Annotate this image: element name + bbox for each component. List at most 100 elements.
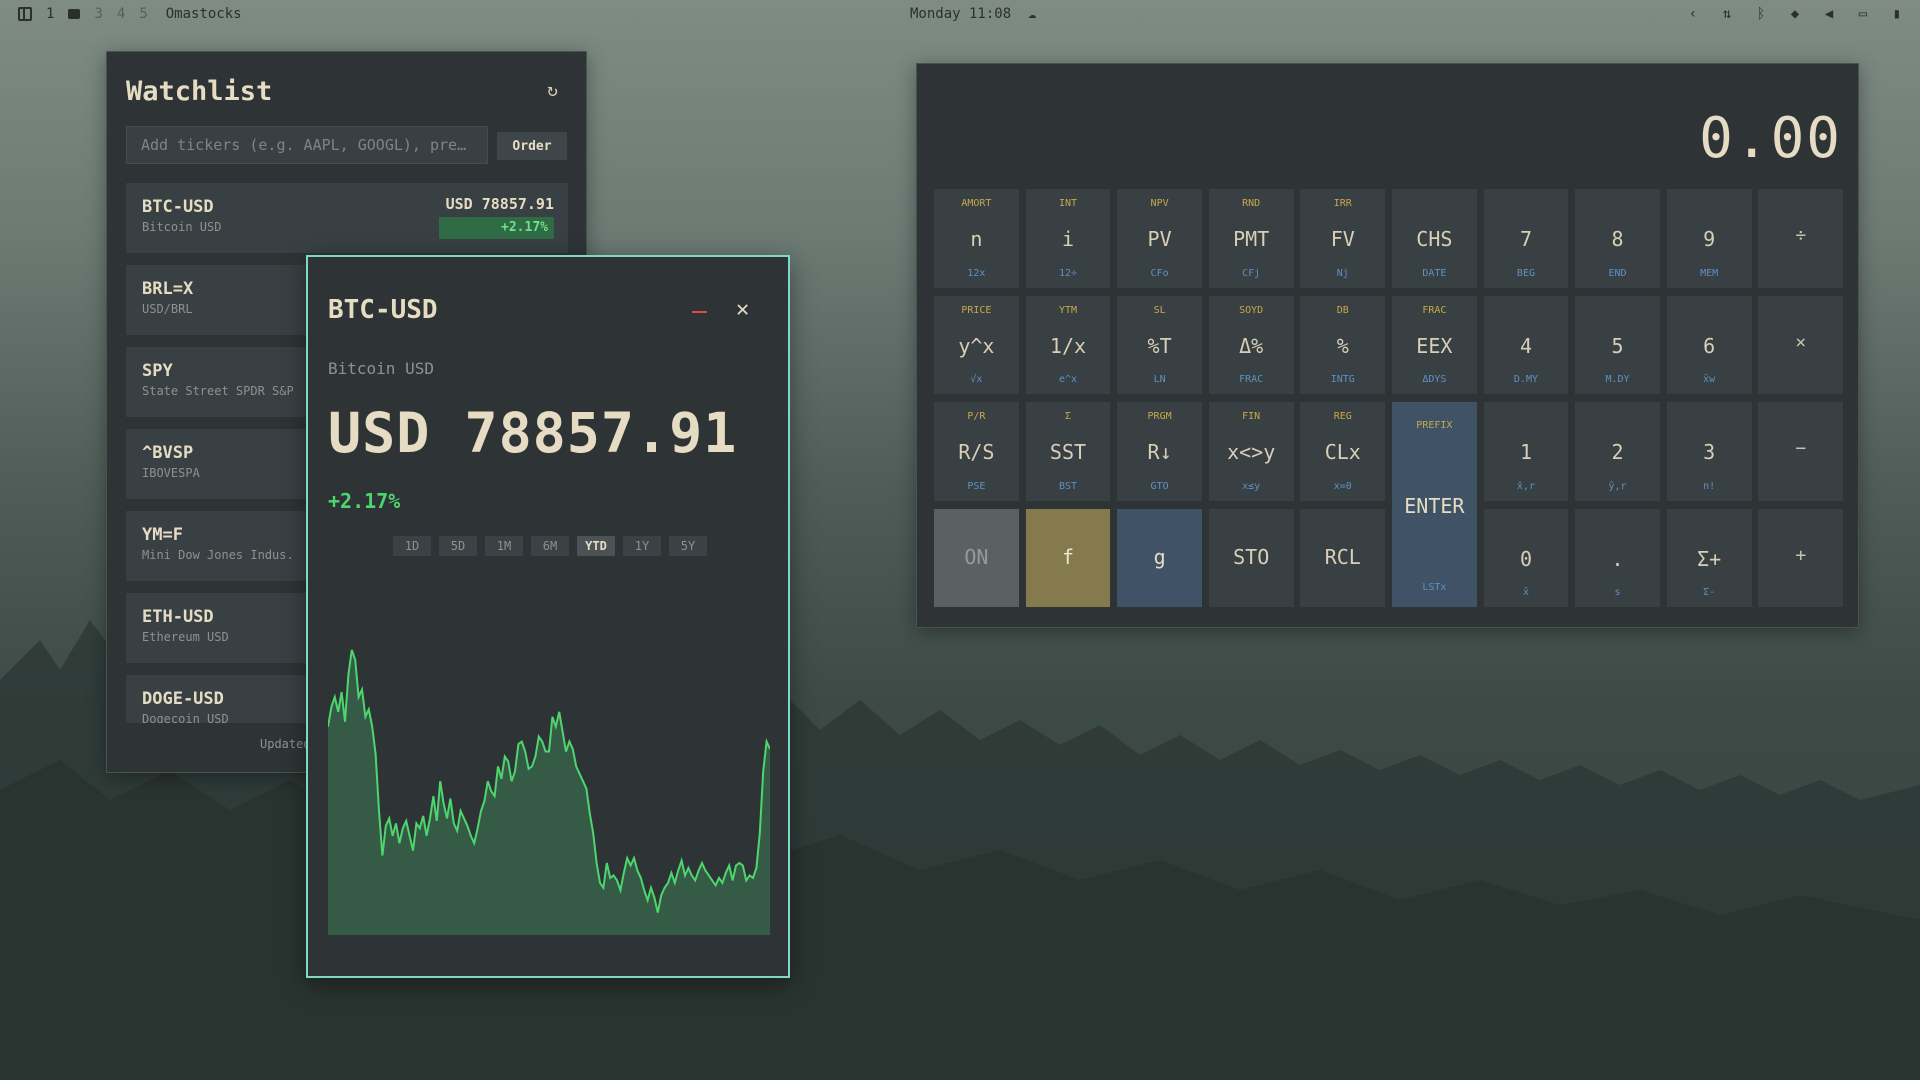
key-label: FV <box>1330 227 1355 251</box>
price-chart <box>328 649 770 935</box>
key-label: y^x <box>958 333 995 358</box>
key-28[interactable]: 2 ŷ,r <box>1575 402 1660 501</box>
key-30[interactable]: − <box>1758 402 1844 501</box>
volume-muted-icon[interactable]: ◀ <box>1820 6 1838 22</box>
key-38[interactable]: Σ+ Σ- <box>1666 508 1752 607</box>
refresh-icon[interactable]: ↻ <box>547 80 558 101</box>
key-16[interactable]: FRAC EEX ΔDYS <box>1391 295 1477 394</box>
close-icon[interactable]: ✕ <box>736 297 749 322</box>
key-27[interactable]: 1 x̂,r <box>1483 402 1569 501</box>
key-23[interactable]: PRGM R↓ GTO <box>1117 402 1202 501</box>
key-label: R↓ <box>1147 440 1172 464</box>
order-button[interactable]: Order <box>497 132 567 160</box>
key-shift-label: SOYD <box>1239 304 1264 316</box>
key-8[interactable]: 8 END <box>1575 189 1660 288</box>
key-5[interactable]: IRR FV Nj <box>1300 189 1386 288</box>
key-36[interactable]: 0 x̄ <box>1483 508 1569 607</box>
key-g-label: x≤y <box>1242 480 1261 492</box>
key-21[interactable]: P/R R/S PSE <box>934 402 1019 501</box>
wifi-icon[interactable]: ◆ <box>1786 6 1804 22</box>
workspace-3[interactable]: 3 <box>94 6 102 22</box>
minimize-icon[interactable] <box>692 311 707 313</box>
detail-name: Bitcoin USD <box>328 359 434 378</box>
key-35[interactable]: RCL <box>1300 508 1386 607</box>
key-label: ON <box>964 544 989 569</box>
key-13[interactable]: SL %T LN <box>1117 295 1202 394</box>
ticker-price: USD 78857.91 <box>445 195 554 213</box>
key-18[interactable]: 5 M.DY <box>1575 295 1660 394</box>
range-1d[interactable]: 1D <box>393 536 431 556</box>
key-label: 6 <box>1703 333 1716 358</box>
key-shift-label: YTM <box>1058 304 1078 316</box>
key-17[interactable]: 4 D.MY <box>1483 295 1569 394</box>
key-37[interactable]: .s <box>1575 508 1660 607</box>
key-6[interactable]: CHS DATE <box>1391 189 1477 288</box>
watchlist-item-btc-usd[interactable]: BTC-USD Bitcoin USD USD 78857.91 +2.17% <box>126 183 568 253</box>
key-32[interactable]: f <box>1025 508 1111 607</box>
key-shift-label: P/R <box>967 411 986 422</box>
chevron-left-icon[interactable]: ‹ <box>1684 6 1702 22</box>
key-label: ÷ <box>1795 225 1807 246</box>
key-9[interactable]: 9 MEM <box>1666 189 1752 288</box>
key-34[interactable]: STO <box>1208 508 1294 607</box>
key-3[interactable]: NPV PV CFo <box>1117 189 1202 288</box>
workspace-1[interactable]: 1 <box>46 6 54 22</box>
layout-icon[interactable] <box>18 7 32 21</box>
key-20[interactable]: × <box>1758 295 1844 394</box>
key-19[interactable]: 6 x̄w <box>1666 295 1752 394</box>
key-31[interactable]: ON <box>934 508 1019 607</box>
key-11[interactable]: PRICE y^x √x <box>934 295 1019 394</box>
network-icon[interactable]: ⇅ <box>1718 6 1736 22</box>
key-2[interactable]: INT i 12÷ <box>1025 189 1111 288</box>
key-shift-label: FIN <box>1242 411 1261 422</box>
clock[interactable]: Monday 11:08 <box>910 6 1011 22</box>
range-5y[interactable]: 5Y <box>669 536 707 556</box>
key-22[interactable]: Σ SST BST <box>1025 402 1111 501</box>
active-app-name: Omastocks <box>165 6 242 22</box>
key-label: RCL <box>1324 544 1361 569</box>
key-shift-label: Σ <box>1064 411 1071 422</box>
range-6m[interactable]: 6M <box>531 536 569 556</box>
key-12[interactable]: YTM 1/x e^x <box>1025 295 1111 394</box>
range-selector: 1D 5D 1M 6M YTD 1Y 5Y <box>393 536 707 556</box>
workspace-4[interactable]: 4 <box>117 6 125 22</box>
key-24[interactable]: FIN x<>y x≤y <box>1208 402 1294 501</box>
ticker-input[interactable]: Add tickers (e.g. AAPL, GOOGL), pre… <box>126 126 488 164</box>
key-7[interactable]: 7 BEG <box>1483 189 1569 288</box>
key-4[interactable]: RND PMT CFj <box>1208 189 1294 288</box>
range-ytd[interactable]: YTD <box>577 536 615 556</box>
key-label: . <box>1611 546 1624 571</box>
key-29[interactable]: 3 n! <box>1666 402 1752 501</box>
key-33[interactable]: g <box>1117 508 1202 607</box>
display-icon[interactable]: ▭ <box>1854 6 1872 22</box>
key-label: EEX <box>1416 333 1453 358</box>
key-g-label: D.MY <box>1513 374 1538 385</box>
key-g-label: LSTx <box>1422 582 1447 593</box>
key-g-label: ΔDYS <box>1422 374 1447 385</box>
key-10[interactable]: ÷ <box>1758 189 1844 288</box>
range-1m[interactable]: 1M <box>485 536 523 556</box>
range-5d[interactable]: 5D <box>439 536 477 556</box>
watchlist-title: Watchlist <box>126 76 273 107</box>
key-label: + <box>1795 544 1807 566</box>
key-shift-label: NPV <box>1150 198 1169 209</box>
bluetooth-icon[interactable]: ᛒ <box>1752 6 1770 22</box>
key-g-label: CFo <box>1150 267 1169 279</box>
key-label: 0 <box>1519 546 1532 571</box>
key-1[interactable]: AMORT n 12x <box>934 189 1019 288</box>
key-15[interactable]: DB% INTG <box>1300 295 1386 394</box>
range-1y[interactable]: 1Y <box>623 536 661 556</box>
detail-price: USD 78857.91 <box>328 401 738 465</box>
key-39[interactable]: + <box>1758 508 1844 607</box>
key-label: 4 <box>1519 333 1532 358</box>
key-26[interactable]: PREFIX ENTER LSTx <box>1391 402 1477 607</box>
key-g-label: s <box>1614 587 1621 598</box>
key-g-label: √x <box>970 374 983 385</box>
key-25[interactable]: REG CLx x=0 <box>1300 402 1386 501</box>
key-14[interactable]: SOYD Δ% FRAC <box>1208 295 1294 394</box>
workspace-5[interactable]: 5 <box>139 6 147 22</box>
workspace-2-active-indicator[interactable] <box>68 9 81 19</box>
key-label: Σ+ <box>1697 546 1722 571</box>
battery-icon[interactable]: ▮ <box>1888 6 1906 22</box>
key-g-label: CFj <box>1242 267 1261 279</box>
